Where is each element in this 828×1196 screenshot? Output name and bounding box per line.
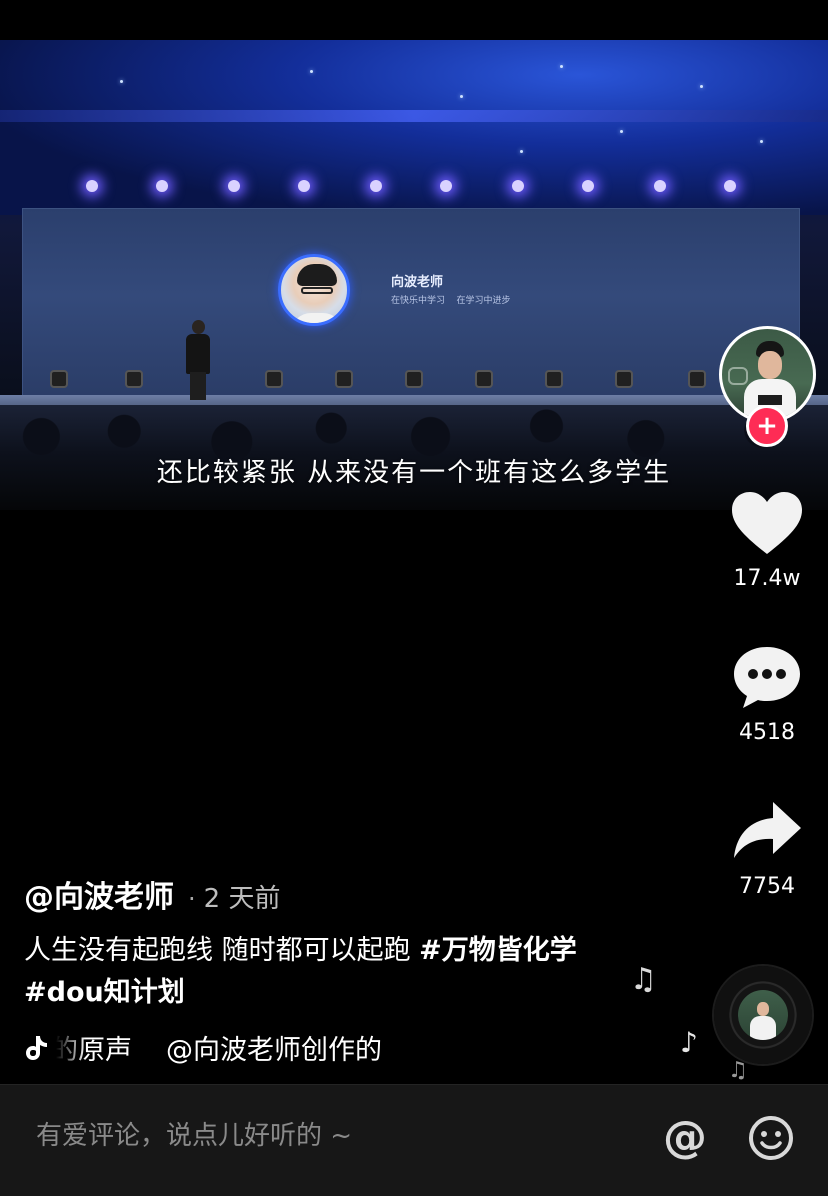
stage-lamp — [298, 180, 310, 192]
smiley-icon[interactable] — [748, 1115, 794, 1161]
comment-button[interactable] — [730, 644, 804, 710]
floor-spotlight — [405, 370, 423, 388]
ceiling-light — [560, 65, 563, 68]
video-player[interactable]: 向波老师 在快乐中学习 在学习中进步 还比较紧张 从来没有一个班有这么多学生 — [0, 40, 828, 510]
like-count: 17.4w — [733, 566, 801, 591]
stage-lamp — [582, 180, 594, 192]
post-time: 2 天前 — [203, 884, 281, 914]
stage-lamp — [654, 180, 666, 192]
floor-spotlight — [125, 370, 143, 388]
mention-at-icon[interactable]: @ — [660, 1113, 710, 1163]
floor-spotlight — [265, 370, 283, 388]
floating-note-icon: ♫ — [728, 1058, 748, 1083]
comment-bar: @ — [0, 1084, 828, 1196]
video-subtitle: 还比较紧张 从来没有一个班有这么多学生 — [156, 458, 672, 488]
share-arrow-icon — [734, 802, 801, 858]
stage-lamp — [228, 180, 240, 192]
screen-title: 向波老师 — [391, 275, 444, 290]
author-line: @向波老师 · 2 天前 — [24, 872, 280, 916]
stage-lamp — [724, 180, 736, 192]
ceiling-light — [760, 140, 763, 143]
floating-note-icon: ♫ — [630, 962, 657, 997]
author-name[interactable]: @向波老师 — [24, 872, 174, 916]
floating-note-icon: ♪ — [680, 1026, 698, 1059]
stage-lamp — [86, 180, 98, 192]
stage-lamp — [370, 180, 382, 192]
floor-spotlight — [475, 370, 493, 388]
chat-bubble-icon — [734, 647, 800, 708]
teacher-portrait — [278, 254, 350, 326]
music-segment: 师的原声 — [56, 1035, 132, 1066]
music-marquee[interactable]: 师的原声 @向波老师创作的 — [24, 1028, 466, 1067]
ceiling-light — [700, 85, 703, 88]
music-cover — [738, 990, 788, 1040]
stage-ceiling — [0, 40, 828, 215]
floor-spotlight — [545, 370, 563, 388]
hashtag-link[interactable]: #万物皆化学 — [419, 935, 577, 966]
share-count: 7754 — [739, 874, 795, 899]
separator-dot: · — [188, 885, 196, 913]
heart-icon — [732, 492, 802, 554]
like-button[interactable] — [730, 490, 804, 556]
floor-spotlight — [50, 370, 68, 388]
speaker-figure — [184, 320, 212, 400]
lighting-truss — [0, 110, 828, 122]
ceiling-light — [460, 95, 463, 98]
screen-subtitle: 在快乐中学习 在学习中进步 — [391, 296, 511, 306]
stage-lamp — [512, 180, 524, 192]
floor-spotlight — [688, 370, 706, 388]
stage-lamp — [440, 180, 452, 192]
ceiling-light — [120, 80, 123, 83]
comment-count: 4518 — [739, 720, 795, 745]
share-button[interactable] — [730, 800, 804, 860]
caption-text: 人生没有起跑线 随时都可以起跑 — [24, 935, 420, 966]
stage-lamp — [156, 180, 168, 192]
hashtag-link[interactable]: #dou知计划 — [24, 977, 185, 1008]
tiktok-note-icon — [26, 1035, 47, 1060]
ceiling-light — [520, 150, 523, 153]
comment-input[interactable] — [36, 1121, 596, 1151]
floor-spotlight — [615, 370, 633, 388]
music-title-track: 师的原声 @向波老师创作的 — [56, 1028, 466, 1067]
floor-spotlight — [335, 370, 353, 388]
ceiling-light — [620, 130, 623, 133]
ceiling-light — [310, 70, 313, 73]
music-segment: @向波老师创作的 — [166, 1035, 382, 1066]
post-caption: 人生没有起跑线 随时都可以起跑 #万物皆化学 #dou知计划 — [24, 930, 664, 1014]
music-disc[interactable] — [714, 966, 812, 1064]
follow-button[interactable]: + — [746, 405, 788, 447]
